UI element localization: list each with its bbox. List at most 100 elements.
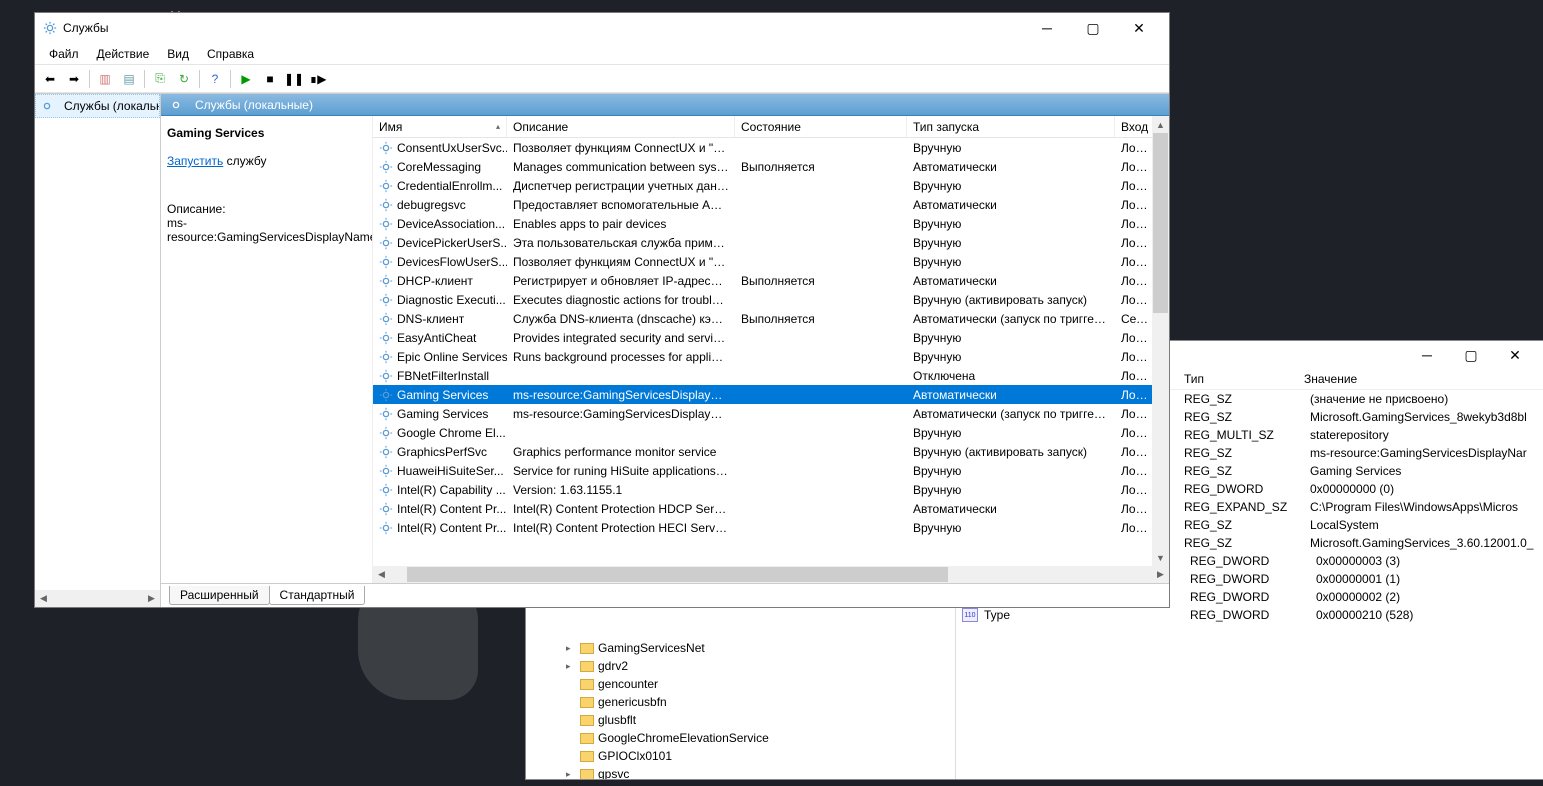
tree-item[interactable]: GoogleChromeElevationService bbox=[526, 729, 955, 747]
tree-item[interactable]: ▸GamingServicesNet bbox=[526, 639, 955, 657]
expand-icon[interactable]: ▸ bbox=[566, 769, 576, 780]
service-row[interactable]: Gaming Servicesms-resource:GamingService… bbox=[373, 404, 1169, 423]
scrollbar-thumb[interactable] bbox=[407, 567, 948, 582]
column-headers[interactable]: Имя▴ Описание Состояние Тип запуска Вход bbox=[373, 116, 1169, 138]
tree-item[interactable]: gencounter bbox=[526, 675, 955, 693]
service-name: FBNetFilterInstall bbox=[397, 369, 489, 383]
maximize-button[interactable]: ▢ bbox=[1071, 14, 1115, 42]
vertical-scrollbar[interactable]: ▲ ▼ bbox=[1152, 116, 1169, 566]
scroll-left-icon[interactable]: ◀ bbox=[35, 590, 52, 607]
service-name: Gaming Services bbox=[397, 407, 488, 421]
service-row[interactable]: DevicePickerUserS...Эта пользовательская… bbox=[373, 233, 1169, 252]
close-button[interactable]: ✕ bbox=[1493, 341, 1537, 369]
col-value[interactable]: Значение bbox=[1304, 372, 1543, 386]
menubar[interactable]: ФайлДействиеВидСправка bbox=[35, 43, 1169, 65]
tree-item[interactable]: ▸gpsvc bbox=[526, 765, 955, 779]
maximize-button[interactable]: ▢ bbox=[1449, 341, 1493, 369]
service-description: Service for runing HiSuite applications … bbox=[507, 464, 735, 478]
pane-header: Службы (локальные) bbox=[161, 94, 1169, 116]
col-name[interactable]: Имя▴ bbox=[373, 116, 507, 137]
service-row[interactable]: CredentialEnrollm...Диспетчер регистраци… bbox=[373, 176, 1169, 195]
horizontal-scrollbar[interactable]: ◀ ▶ bbox=[373, 566, 1169, 583]
service-row[interactable]: EasyAntiCheatProvides integrated securit… bbox=[373, 328, 1169, 347]
show-hide-tree-button[interactable]: ▥ bbox=[94, 68, 116, 90]
col-state[interactable]: Состояние bbox=[735, 116, 907, 137]
service-row[interactable]: GraphicsPerfSvcGraphics performance moni… bbox=[373, 442, 1169, 461]
col-startup[interactable]: Тип запуска bbox=[907, 116, 1115, 137]
help-button[interactable]: ? bbox=[204, 68, 226, 90]
refresh-button[interactable]: ↻ bbox=[173, 68, 195, 90]
scroll-left-icon[interactable]: ◀ bbox=[373, 566, 390, 583]
service-row[interactable]: Intel(R) Capability ...Version: 1.63.115… bbox=[373, 480, 1169, 499]
expand-icon[interactable]: ▸ bbox=[566, 643, 576, 654]
minimize-button[interactable]: ─ bbox=[1405, 341, 1449, 369]
tree-root-label: Службы (локальные) bbox=[64, 99, 160, 113]
gear-icon bbox=[379, 426, 393, 440]
scrollbar-thumb[interactable] bbox=[1153, 133, 1168, 313]
services-window: Службы ─ ▢ ✕ ФайлДействиеВидСправка ⬅ ➡ … bbox=[34, 12, 1170, 608]
service-row[interactable]: Google Chrome El...ВручнуюЛока. bbox=[373, 423, 1169, 442]
service-row[interactable]: Diagnostic Executi...Executes diagnostic… bbox=[373, 290, 1169, 309]
expand-icon[interactable]: ▸ bbox=[566, 661, 576, 672]
service-description: Intel(R) Content Protection HDCP Servic.… bbox=[507, 502, 735, 516]
reg-value: 0x00000000 (0) bbox=[1310, 482, 1543, 496]
tree-root-item[interactable]: Службы (локальные) bbox=[35, 94, 160, 118]
menu-Файл[interactable]: Файл bbox=[41, 45, 87, 63]
close-button[interactable]: ✕ bbox=[1117, 14, 1161, 42]
col-type[interactable]: Тип bbox=[1184, 372, 1304, 386]
col-logon[interactable]: Вход bbox=[1115, 116, 1155, 137]
service-description: Provides integrated security and service… bbox=[507, 331, 735, 345]
service-row[interactable]: Intel(R) Content Pr...Intel(R) Content P… bbox=[373, 499, 1169, 518]
minimize-button[interactable]: ─ bbox=[1025, 14, 1069, 42]
properties-button[interactable]: ▤ bbox=[118, 68, 140, 90]
tab-standard[interactable]: Стандартный bbox=[269, 586, 366, 605]
service-logon: Лока. bbox=[1115, 274, 1155, 288]
menu-Действие[interactable]: Действие bbox=[89, 45, 158, 63]
service-name: Gaming Services bbox=[397, 388, 488, 402]
menu-Справка[interactable]: Справка bbox=[199, 45, 262, 63]
gear-icon bbox=[379, 331, 393, 345]
start-service-button[interactable]: ▶ bbox=[235, 68, 257, 90]
gear-icon bbox=[379, 255, 393, 269]
service-row[interactable]: DevicesFlowUserS...Позволяет функциям Co… bbox=[373, 252, 1169, 271]
start-service-link[interactable]: Запустить bbox=[167, 154, 223, 168]
service-row[interactable]: HuaweiHiSuiteSer...Service for runing Hi… bbox=[373, 461, 1169, 480]
scroll-up-icon[interactable]: ▲ bbox=[1152, 116, 1169, 133]
service-startup: Автоматически bbox=[907, 502, 1115, 516]
service-description: Graphics performance monitor service bbox=[507, 445, 735, 459]
service-row[interactable]: debugregsvcПредоставляет вспомогательные… bbox=[373, 195, 1169, 214]
service-logon: Лока. bbox=[1115, 179, 1155, 193]
tab-extended[interactable]: Расширенный bbox=[169, 586, 270, 605]
scroll-right-icon[interactable]: ▶ bbox=[1152, 566, 1169, 583]
tree-item[interactable]: genericusbfn bbox=[526, 693, 955, 711]
restart-service-button[interactable]: ∎▶ bbox=[307, 68, 329, 90]
service-row[interactable]: FBNetFilterInstallОтключенаЛока. bbox=[373, 366, 1169, 385]
service-startup: Отключена bbox=[907, 369, 1115, 383]
service-startup: Автоматически bbox=[907, 198, 1115, 212]
tree-item[interactable]: ▸gdrv2 bbox=[526, 657, 955, 675]
registry-row[interactable]: 110TypeREG_DWORD0x00000210 (528) bbox=[956, 606, 1543, 624]
service-row[interactable]: DeviceAssociation...Enables apps to pair… bbox=[373, 214, 1169, 233]
col-description[interactable]: Описание bbox=[507, 116, 735, 137]
scroll-down-icon[interactable]: ▼ bbox=[1152, 549, 1169, 566]
stop-service-button[interactable]: ■ bbox=[259, 68, 281, 90]
pause-service-button[interactable]: ❚❚ bbox=[283, 68, 305, 90]
scroll-right-icon[interactable]: ▶ bbox=[143, 590, 160, 607]
service-row[interactable]: ConsentUxUserSvc...Позволяет функциям Co… bbox=[373, 138, 1169, 157]
forward-button[interactable]: ➡ bbox=[63, 68, 85, 90]
service-row[interactable]: DNS-клиентСлужба DNS-клиента (dnscache) … bbox=[373, 309, 1169, 328]
service-row[interactable]: CoreMessagingManages communication betwe… bbox=[373, 157, 1169, 176]
menu-Вид[interactable]: Вид bbox=[159, 45, 197, 63]
tree-label: glusbflt bbox=[598, 713, 636, 727]
service-row[interactable]: Epic Online ServicesRuns background proc… bbox=[373, 347, 1169, 366]
service-row[interactable]: Gaming Servicesms-resource:GamingService… bbox=[373, 385, 1169, 404]
export-button[interactable]: ⎘ bbox=[149, 68, 171, 90]
tree-item[interactable]: GPIOClx0101 bbox=[526, 747, 955, 765]
service-row[interactable]: Intel(R) Content Pr...Intel(R) Content P… bbox=[373, 518, 1169, 537]
window-title: Службы bbox=[63, 21, 108, 35]
service-row[interactable]: DHCP-клиентРегистрирует и обновляет IP-а… bbox=[373, 271, 1169, 290]
back-button[interactable]: ⬅ bbox=[39, 68, 61, 90]
left-horizontal-scrollbar[interactable]: ◀ ▶ bbox=[35, 590, 160, 607]
tree-item[interactable]: glusbflt bbox=[526, 711, 955, 729]
service-logon: Лока. bbox=[1115, 331, 1155, 345]
